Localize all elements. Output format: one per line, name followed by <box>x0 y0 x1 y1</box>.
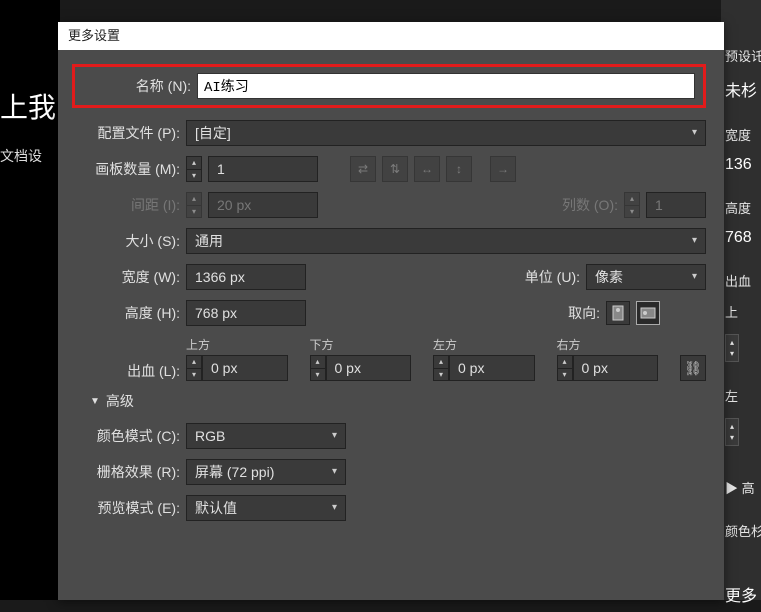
bg-left-big: 上我 <box>0 80 60 146</box>
dialog-title: 更多设置 <box>68 28 120 43</box>
width-label: 宽度 (W): <box>72 267 180 287</box>
color-mode-select[interactable]: RGB ▾ <box>186 423 346 449</box>
spacing-field: 20 px <box>208 192 318 218</box>
bg-untitled: 未杉 <box>721 71 761 107</box>
bleed-left-label: 左方 <box>433 336 535 353</box>
units-label: 单位 (U): <box>500 267 580 287</box>
profile-select[interactable]: [自定] ▾ <box>186 120 706 146</box>
bg-top-label: 上 <box>721 296 761 327</box>
background-right-panel: 预设讬 未杉 宽度 136 高度 768 出血 上 ▴▾ 左 ▴▾ ▶ 高 颜色… <box>721 0 761 600</box>
background-left-panel: 上我 文档设 <box>0 0 60 600</box>
spacing-stepper: ▴▾ <box>186 192 202 218</box>
orientation-portrait-button[interactable] <box>606 301 630 325</box>
width-field[interactable]: 1366 px <box>186 264 306 290</box>
landscape-icon <box>640 307 656 319</box>
bleed-top-field[interactable]: 0 px <box>202 355 288 381</box>
size-select[interactable]: 通用 ▾ <box>186 228 706 254</box>
spacing-label: 间距 (I): <box>72 195 180 215</box>
size-label: 大小 (S): <box>72 231 180 251</box>
chevron-down-icon: ▾ <box>692 265 697 289</box>
bg-height-value: 768 <box>721 223 761 253</box>
preview-select[interactable]: 默认值 ▾ <box>186 495 346 521</box>
chevron-down-icon: ▾ <box>332 424 337 448</box>
bg-bleed-label: 出血 <box>721 265 761 296</box>
more-settings-dialog: 更多设置 名称 (N): 配置文件 (P): [自定] ▾ 画板数量 (M): … <box>58 22 724 600</box>
columns-stepper: ▴▾ <box>624 192 640 218</box>
arrange-col-icon: ↕ <box>446 156 472 182</box>
arrange-rtl-icon: → <box>490 156 516 182</box>
bleed-right-field[interactable]: 0 px <box>573 355 659 381</box>
advanced-section-toggle[interactable]: ▼ 高级 <box>90 391 706 411</box>
chevron-down-icon: ▾ <box>332 496 337 520</box>
bleed-bottom-label: 下方 <box>310 336 412 353</box>
bg-stepper-top[interactable]: ▴▾ <box>725 334 739 362</box>
bleed-right-label: 右方 <box>557 336 659 353</box>
bleed-left-stepper[interactable]: ▴▾ <box>433 355 449 381</box>
chevron-down-icon: ▾ <box>692 229 697 253</box>
raster-select[interactable]: 屏幕 (72 ppi) ▾ <box>186 459 346 485</box>
columns-label: 列数 (O): <box>538 195 618 215</box>
bleed-left-field[interactable]: 0 px <box>449 355 535 381</box>
color-mode-label: 颜色模式 (C): <box>72 426 180 446</box>
bg-preset-label: 预设讬 <box>721 40 761 71</box>
height-field[interactable]: 768 px <box>186 300 306 326</box>
bg-color-label: 颜色杉 <box>721 515 761 546</box>
dialog-title-bar: 更多设置 <box>58 22 724 50</box>
raster-label: 栅格效果 (R): <box>72 462 180 482</box>
bleed-bottom-field[interactable]: 0 px <box>326 355 412 381</box>
bg-height-label: 高度 <box>721 192 761 223</box>
orientation-label: 取向: <box>540 303 600 323</box>
triangle-down-icon: ▼ <box>90 396 100 407</box>
artboards-label: 画板数量 (M): <box>72 159 180 179</box>
name-field-highlight: 名称 (N): <box>72 64 706 108</box>
arrange-grid-col-icon: ⇅ <box>382 156 408 182</box>
bg-stepper-left[interactable]: ▴▾ <box>725 418 739 446</box>
bleed-bottom-stepper[interactable]: ▴▾ <box>310 355 326 381</box>
bleed-label: 出血 (L): <box>72 361 180 381</box>
artboards-field[interactable]: 1 <box>208 156 318 182</box>
bleed-link-button[interactable]: ⛓ <box>680 355 706 381</box>
bleed-top-label: 上方 <box>186 336 288 353</box>
units-select[interactable]: 像素 ▾ <box>586 264 706 290</box>
orientation-landscape-button[interactable] <box>636 301 660 325</box>
arrange-grid-row-icon: ⇄ <box>350 156 376 182</box>
bg-more-label[interactable]: 更多 <box>721 576 761 612</box>
arrange-row-icon: ↔ <box>414 156 440 182</box>
name-label: 名称 (N): <box>83 76 191 96</box>
bg-left-sub: 文档设 <box>0 146 60 166</box>
bg-width-value: 136 <box>721 150 761 180</box>
name-input[interactable] <box>197 73 695 99</box>
height-label: 高度 (H): <box>72 303 180 323</box>
profile-label: 配置文件 (P): <box>72 123 180 143</box>
columns-field: 1 <box>646 192 706 218</box>
bg-width-label: 宽度 <box>721 119 761 150</box>
portrait-icon <box>612 305 624 321</box>
bg-left-label: 左 <box>721 380 761 411</box>
bleed-right-stepper[interactable]: ▴▾ <box>557 355 573 381</box>
artboards-stepper[interactable]: ▴▾ <box>186 156 202 182</box>
chevron-down-icon: ▾ <box>332 460 337 484</box>
link-icon: ⛓ <box>684 360 702 377</box>
bleed-top-stepper[interactable]: ▴▾ <box>186 355 202 381</box>
preview-label: 预览模式 (E): <box>72 498 180 518</box>
bg-adv-link[interactable]: ▶ 高 <box>721 472 761 503</box>
chevron-down-icon: ▾ <box>692 121 697 145</box>
